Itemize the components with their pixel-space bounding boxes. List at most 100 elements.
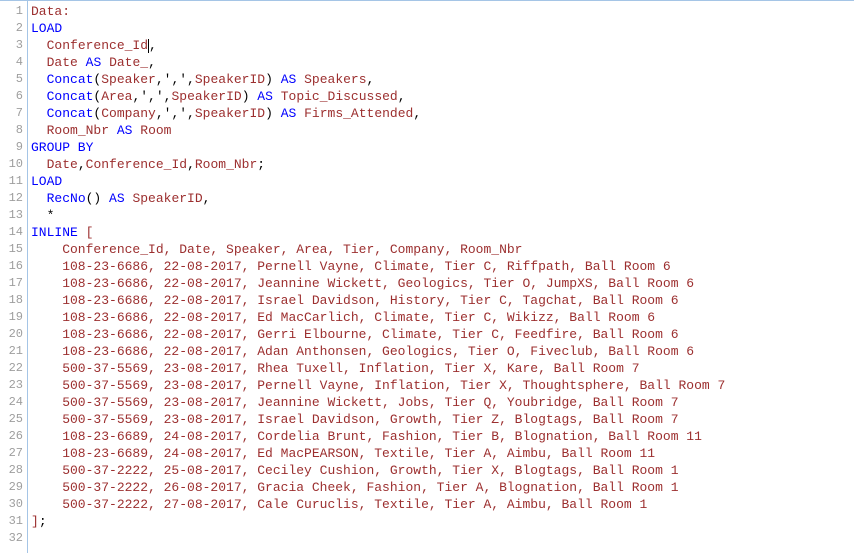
code-line[interactable] — [31, 530, 854, 547]
code-line[interactable]: 108-23-6686, 22-08-2017, Adan Anthonsen,… — [31, 343, 854, 360]
code-line[interactable]: Concat(Speaker,',',SpeakerID) AS Speaker… — [31, 71, 854, 88]
code-line[interactable]: INLINE [ — [31, 224, 854, 241]
code-line[interactable]: 500-37-2222, 25-08-2017, Ceciley Cushion… — [31, 462, 854, 479]
token-ident: 500-37-2222, 27-08-2017, Cale Curuclis, … — [31, 497, 647, 512]
line-number: 14 — [0, 224, 27, 241]
line-number: 15 — [0, 241, 27, 258]
token-ident: 108-23-6686, 22-08-2017, Gerri Elbourne,… — [31, 327, 679, 342]
token-ident: [ — [86, 225, 94, 240]
token-ident: Topic_Discussed — [281, 89, 398, 104]
code-line[interactable]: Date,Conference_Id,Room_Nbr; — [31, 156, 854, 173]
code-line[interactable]: Conference_Id, — [31, 37, 854, 54]
line-number: 27 — [0, 445, 27, 462]
token-fn: RecNo — [47, 191, 86, 206]
token-plain: , — [78, 157, 86, 172]
code-line[interactable]: Date AS Date_, — [31, 54, 854, 71]
code-line[interactable]: 500-37-5569, 23-08-2017, Rhea Tuxell, In… — [31, 360, 854, 377]
token-ident: 500-37-2222, 26-08-2017, Gracia Cheek, F… — [31, 480, 679, 495]
token-kw: AS — [281, 72, 297, 87]
token-plain: ) — [242, 89, 258, 104]
code-line[interactable]: Data: — [31, 3, 854, 20]
token-ident: 500-37-5569, 23-08-2017, Jeannine Wicket… — [31, 395, 679, 410]
token-data: Data: — [31, 4, 70, 19]
token-plain — [296, 106, 304, 121]
code-line[interactable]: RecNo() AS SpeakerID, — [31, 190, 854, 207]
code-line[interactable]: ]; — [31, 513, 854, 530]
code-line[interactable]: 108-23-6689, 24-08-2017, Cordelia Brunt,… — [31, 428, 854, 445]
token-ident: Room_Nbr — [47, 123, 109, 138]
token-kw: INLINE — [31, 225, 78, 240]
token-plain — [296, 72, 304, 87]
code-line[interactable]: Conference_Id, Date, Speaker, Area, Tier… — [31, 241, 854, 258]
code-line[interactable]: 108-23-6686, 22-08-2017, Ed MacCarlich, … — [31, 309, 854, 326]
token-plain: , — [398, 89, 406, 104]
token-ident: 108-23-6686, 22-08-2017, Adan Anthonsen,… — [31, 344, 694, 359]
token-ident: SpeakerID — [195, 106, 265, 121]
code-line[interactable]: Concat(Company,',',SpeakerID) AS Firms_A… — [31, 105, 854, 122]
token-ident: Area — [101, 89, 132, 104]
token-plain: , — [203, 191, 211, 206]
token-plain — [31, 123, 47, 138]
token-kw: AS — [257, 89, 273, 104]
token-plain — [31, 157, 47, 172]
code-line[interactable]: GROUP BY — [31, 139, 854, 156]
token-ident: Room — [140, 123, 171, 138]
token-ident: Conference_Id — [47, 38, 148, 53]
line-number: 25 — [0, 411, 27, 428]
token-ident: Date_ — [109, 55, 148, 70]
token-ident: 108-23-6686, 22-08-2017, Ed MacCarlich, … — [31, 310, 655, 325]
code-line[interactable]: LOAD — [31, 173, 854, 190]
token-ident: Company — [101, 106, 156, 121]
code-line[interactable]: 500-37-5569, 23-08-2017, Jeannine Wicket… — [31, 394, 854, 411]
code-line[interactable]: Room_Nbr AS Room — [31, 122, 854, 139]
line-number: 6 — [0, 88, 27, 105]
code-area[interactable]: Data:LOAD Conference_Id, Date AS Date_, … — [28, 1, 854, 553]
token-ident: Conference_Id — [86, 157, 187, 172]
code-line[interactable]: 500-37-2222, 27-08-2017, Cale Curuclis, … — [31, 496, 854, 513]
token-ident: 108-23-6686, 22-08-2017, Jeannine Wicket… — [31, 276, 694, 291]
line-number: 3 — [0, 37, 27, 54]
code-editor[interactable]: 1234567891011121314151617181920212223242… — [0, 1, 854, 553]
line-number: 2 — [0, 20, 27, 37]
token-plain — [31, 89, 47, 104]
code-line[interactable]: 108-23-6686, 22-08-2017, Gerri Elbourne,… — [31, 326, 854, 343]
token-plain — [101, 55, 109, 70]
code-line[interactable]: * — [31, 207, 854, 224]
line-number: 13 — [0, 207, 27, 224]
code-line[interactable]: 108-23-6689, 24-08-2017, Ed MacPEARSON, … — [31, 445, 854, 462]
token-kw: AS — [86, 55, 102, 70]
line-number: 31 — [0, 513, 27, 530]
code-line[interactable]: 500-37-2222, 26-08-2017, Gracia Cheek, F… — [31, 479, 854, 496]
code-line[interactable]: 500-37-5569, 23-08-2017, Israel Davidson… — [31, 411, 854, 428]
token-ident: 500-37-5569, 23-08-2017, Rhea Tuxell, In… — [31, 361, 640, 376]
line-number: 11 — [0, 173, 27, 190]
line-number: 8 — [0, 122, 27, 139]
line-number: 32 — [0, 530, 27, 547]
code-line[interactable]: LOAD — [31, 20, 854, 37]
token-ident: ] — [31, 514, 39, 529]
token-plain — [31, 72, 47, 87]
token-plain: , — [187, 157, 195, 172]
code-line[interactable]: 108-23-6686, 22-08-2017, Jeannine Wicket… — [31, 275, 854, 292]
line-number: 24 — [0, 394, 27, 411]
token-plain — [31, 106, 47, 121]
token-ident: 108-23-6686, 22-08-2017, Pernell Vayne, … — [31, 259, 671, 274]
code-line[interactable]: 108-23-6686, 22-08-2017, Israel Davidson… — [31, 292, 854, 309]
token-plain — [78, 225, 86, 240]
code-line[interactable]: Concat(Area,',',SpeakerID) AS Topic_Disc… — [31, 88, 854, 105]
line-number: 9 — [0, 139, 27, 156]
token-plain — [31, 38, 47, 53]
token-ident: SpeakerID — [195, 72, 265, 87]
token-ident: Conference_Id, Date, Speaker, Area, Tier… — [31, 242, 522, 257]
code-line[interactable]: 500-37-5569, 23-08-2017, Pernell Vayne, … — [31, 377, 854, 394]
code-line[interactable]: 108-23-6686, 22-08-2017, Pernell Vayne, … — [31, 258, 854, 275]
token-plain: ; — [257, 157, 265, 172]
line-number: 20 — [0, 326, 27, 343]
token-fn: Concat — [47, 106, 94, 121]
line-number: 26 — [0, 428, 27, 445]
token-plain — [31, 191, 47, 206]
token-fn: Concat — [47, 89, 94, 104]
line-number: 5 — [0, 71, 27, 88]
token-plain: ,',', — [156, 72, 195, 87]
line-number: 12 — [0, 190, 27, 207]
